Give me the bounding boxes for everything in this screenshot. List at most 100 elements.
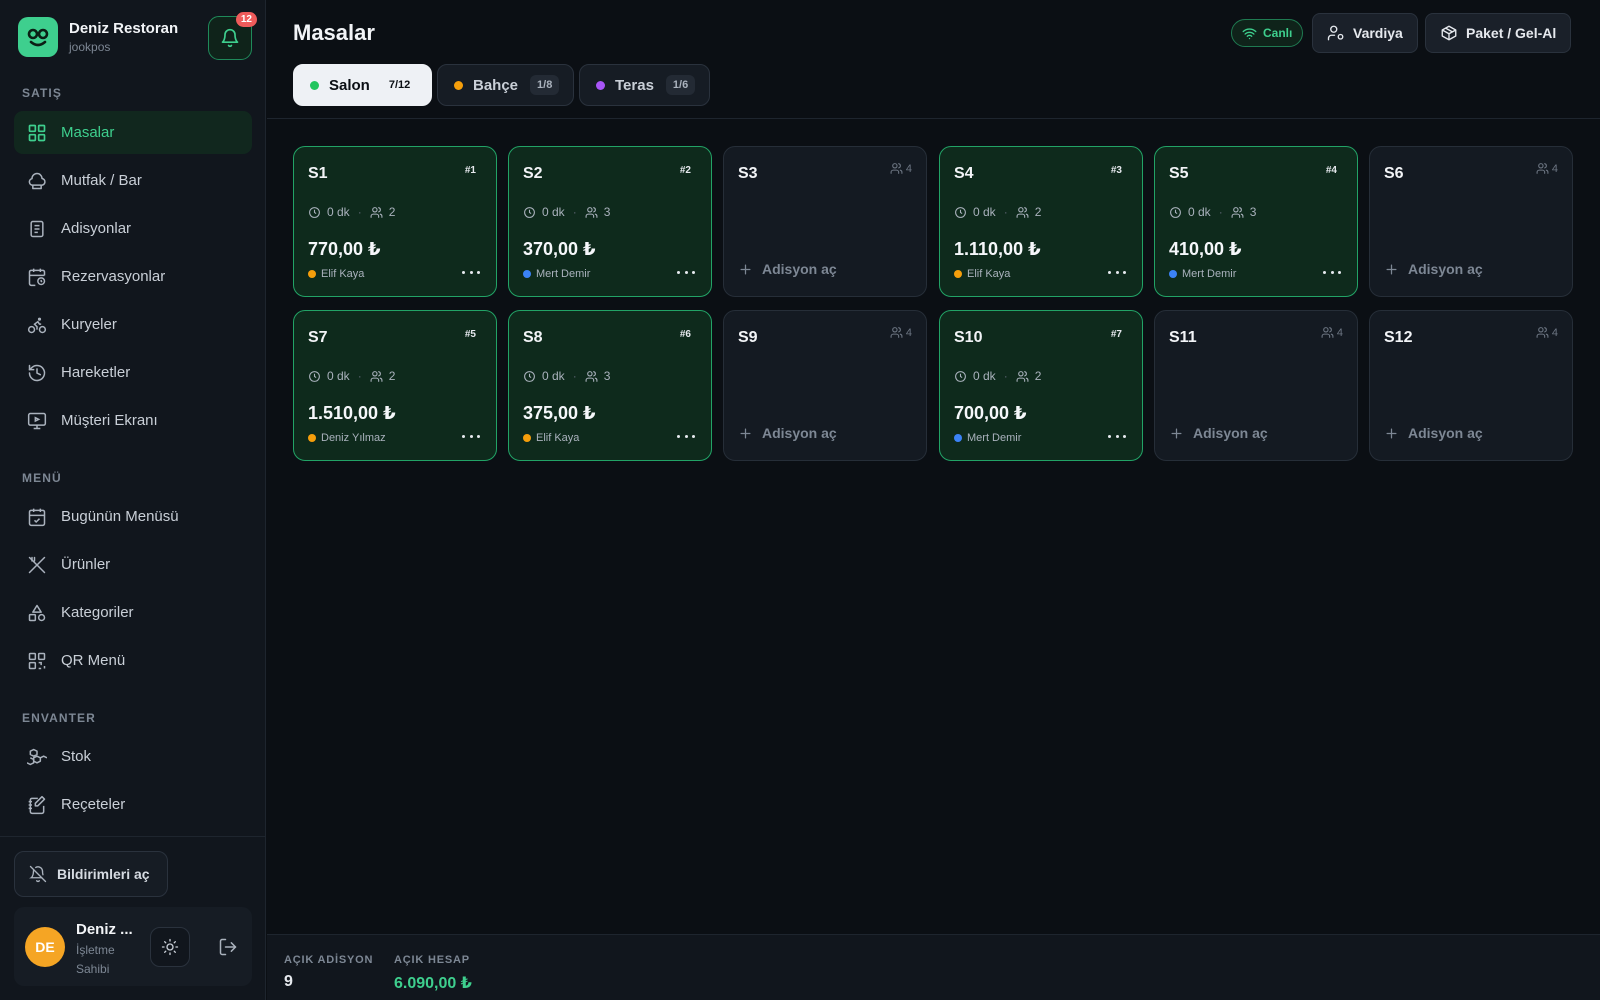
waiter: Deniz Yılmaz	[308, 432, 386, 444]
page-title: Masalar	[293, 20, 375, 45]
ticket-number: #7	[1110, 329, 1122, 340]
bell-off-icon	[29, 865, 47, 883]
table-card-s6[interactable]: S6 4 Adisyon aç	[1369, 146, 1573, 297]
open-ticket-button[interactable]: Adisyon aç	[1384, 425, 1483, 441]
more-options-button[interactable]	[1108, 429, 1126, 443]
waiter-dot	[523, 270, 531, 278]
sidebar-item-label: Masalar	[61, 124, 115, 141]
open-ticket-button[interactable]: Adisyon aç	[1169, 425, 1268, 441]
live-label: Canlı	[1263, 26, 1293, 40]
sidebar-item-stok[interactable]: Stok	[14, 735, 252, 778]
avatar[interactable]: DE	[25, 927, 65, 967]
open-ticket-button[interactable]: Adisyon aç	[738, 261, 837, 277]
zone-label: Salon	[329, 76, 370, 94]
brand[interactable]: Deniz Restoran jookpos	[18, 17, 178, 57]
notifications-bell-button[interactable]: 12	[208, 12, 257, 60]
clock-icon	[309, 370, 320, 382]
grid-icon	[27, 123, 47, 143]
sidebar-item-qr-menu[interactable]: QR Menü	[14, 639, 252, 682]
table-card-s7[interactable]: S7 #5 0 dk · 2 1.510,00 ₺ Deniz Yılmaz	[293, 310, 497, 461]
open-ticket-button[interactable]: Adisyon aç	[1384, 261, 1483, 277]
waiter-name: Mert Demir	[967, 432, 1022, 444]
meta-separator: ·	[357, 205, 362, 219]
shapes-icon	[27, 603, 47, 623]
users-icon	[1536, 163, 1549, 174]
table-card-s4[interactable]: S4 #3 0 dk · 2 1.110,00 ₺ Elif Kaya	[939, 146, 1143, 297]
enable-notifications-button[interactable]: Bildirimleri aç	[14, 851, 168, 897]
calendar-clock-icon	[27, 267, 47, 287]
sidebar-item-label: Reçeteler	[61, 796, 126, 813]
table-meta: 0 dk · 2	[954, 369, 1041, 383]
sidebar-item-receteler[interactable]: Reçeteler	[14, 783, 252, 826]
table-name: S9	[738, 329, 758, 346]
more-options-button[interactable]	[677, 265, 695, 279]
table-card-s3[interactable]: S3 4 Adisyon aç	[723, 146, 927, 297]
sidebar-item-label: QR Menü	[61, 652, 126, 669]
waiter-name: Elif Kaya	[321, 268, 365, 280]
sidebar-item-kuryeler[interactable]: Kuryeler	[14, 303, 252, 346]
open-ticket-button[interactable]: Adisyon aç	[738, 425, 837, 441]
meta-separator: ·	[1003, 369, 1008, 383]
table-card-s8[interactable]: S8 #6 0 dk · 3 375,00 ₺ Elif Kaya	[508, 310, 712, 461]
sidebar-item-musteri-ekrani[interactable]: Müşteri Ekranı	[14, 399, 252, 442]
table-meta: 0 dk · 3	[523, 205, 610, 219]
users-icon	[370, 370, 383, 382]
takeaway-button[interactable]: Paket / Gel-Al	[1425, 13, 1572, 53]
plus-icon	[740, 428, 751, 438]
wifi-icon	[1242, 27, 1257, 39]
sidebar-item-rezervasyonlar[interactable]: Rezervasyonlar	[14, 255, 252, 298]
waiter-name: Deniz Yılmaz	[321, 432, 386, 444]
table-card-s2[interactable]: S2 #2 0 dk · 3 370,00 ₺ Mert Demir	[508, 146, 712, 297]
duration: 0 dk	[327, 369, 350, 383]
meta-separator: ·	[1218, 205, 1223, 219]
ticket-number: #4	[1325, 165, 1337, 176]
logout-button[interactable]	[208, 927, 248, 967]
logo-icon	[18, 17, 58, 57]
sidebar-item-bugunun-menusu[interactable]: Bugünün Menüsü	[14, 495, 252, 538]
tab-bahce[interactable]: Bahçe 1/8	[437, 64, 575, 106]
brand-name: Deniz Restoran	[69, 20, 179, 37]
sidebar-item-label: Mutfak / Bar	[61, 172, 142, 189]
table-capacity: 4	[1536, 326, 1558, 339]
more-options-button[interactable]	[1323, 265, 1341, 279]
plus-icon	[1171, 428, 1182, 438]
table-card-s11[interactable]: S11 4 Adisyon aç	[1154, 310, 1358, 461]
zone-label: Teras	[615, 76, 654, 94]
clock-icon	[955, 206, 966, 218]
header-divider	[267, 118, 1600, 119]
more-options-button[interactable]	[677, 429, 695, 443]
theme-toggle-button[interactable]	[150, 927, 190, 967]
table-card-s12[interactable]: S12 4 Adisyon aç	[1369, 310, 1573, 461]
waiter-dot	[308, 270, 316, 278]
sidebar-item-kategoriler[interactable]: Kategoriler	[14, 591, 252, 634]
package-icon	[1441, 25, 1457, 41]
table-amount: 700,00 ₺	[954, 403, 1027, 423]
sidebar-item-urunler[interactable]: Ürünler	[14, 543, 252, 586]
table-meta: 0 dk · 2	[954, 205, 1041, 219]
sidebar-item-masalar[interactable]: Masalar	[14, 111, 252, 154]
waiter: Elif Kaya	[954, 268, 1010, 280]
table-card-s10[interactable]: S10 #7 0 dk · 2 700,00 ₺ Mert Demir	[939, 310, 1143, 461]
table-card-s9[interactable]: S9 4 Adisyon aç	[723, 310, 927, 461]
ticket-number: #6	[679, 329, 691, 340]
table-meta: 0 dk · 2	[308, 205, 395, 219]
more-options-button[interactable]	[462, 265, 480, 279]
table-card-s1[interactable]: S1 #1 0 dk · 2 770,00 ₺ Elif Kaya	[293, 146, 497, 297]
more-options-button[interactable]	[1108, 265, 1126, 279]
sidebar-item-adisyonlar[interactable]: Adisyonlar	[14, 207, 252, 250]
sidebar-item-hareketler[interactable]: Hareketler	[14, 351, 252, 394]
more-options-button[interactable]	[462, 429, 480, 443]
boxes-icon	[27, 747, 47, 767]
capacity-value: 4	[1551, 162, 1558, 175]
tab-teras[interactable]: Teras 1/6	[579, 64, 711, 106]
sun-icon	[161, 938, 179, 956]
table-card-s5[interactable]: S5 #4 0 dk · 3 410,00 ₺ Mert Demir	[1154, 146, 1358, 297]
duration: 0 dk	[542, 205, 565, 219]
zone-label: Bahçe	[473, 76, 519, 94]
shift-button[interactable]: Vardiya	[1312, 13, 1418, 53]
table-name: S5	[1169, 165, 1189, 182]
sidebar-item-mutfak-bar[interactable]: Mutfak / Bar	[14, 159, 252, 202]
tab-salon[interactable]: Salon 7/12	[293, 64, 433, 106]
open-ticket-label: Adisyon aç	[1408, 425, 1483, 441]
user-name: Deniz ...	[76, 921, 133, 938]
